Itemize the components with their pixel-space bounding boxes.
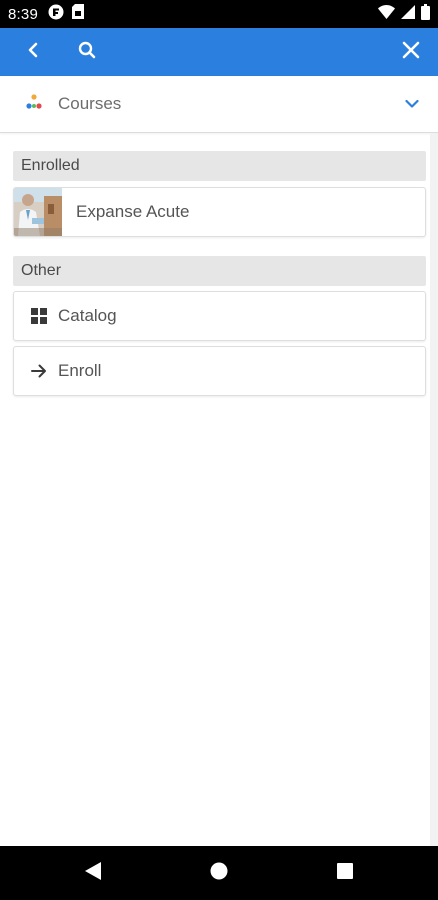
chevron-down-icon[interactable] — [400, 92, 424, 116]
nav-recents-button[interactable] — [315, 846, 375, 900]
app-bar — [0, 28, 438, 76]
section-header-other: Other — [13, 256, 426, 286]
back-icon — [26, 42, 40, 63]
signal-icon — [401, 4, 415, 24]
nav-recents-icon — [337, 862, 353, 884]
back-button[interactable] — [9, 28, 57, 76]
status-bar: 8:39 — [0, 0, 438, 28]
catalog-item[interactable]: Catalog — [13, 291, 426, 341]
status-right-icons — [378, 3, 430, 25]
courses-title: Courses — [58, 94, 122, 113]
courses-logo-icon — [24, 93, 44, 116]
grid-icon — [29, 306, 49, 326]
gmail-icon — [48, 4, 64, 25]
enroll-item-label: Enroll — [58, 361, 102, 380]
scroll-edge — [430, 133, 438, 846]
system-nav-bar — [0, 846, 438, 900]
drawer-content: Enrolled Expanse Acute Other Catalog Enr… — [0, 133, 430, 846]
nav-back-icon — [84, 861, 102, 886]
courses-header[interactable]: Courses — [0, 76, 438, 133]
battery-icon — [421, 3, 430, 25]
sim-card-icon — [72, 4, 84, 24]
course-item-label: Expanse Acute — [76, 202, 190, 221]
catalog-item-label: Catalog — [58, 306, 117, 325]
nav-back-button[interactable] — [63, 846, 123, 900]
status-time: 8:39 — [8, 5, 38, 23]
close-button[interactable] — [387, 28, 435, 76]
wifi-icon — [378, 4, 395, 24]
section-header-enrolled: Enrolled — [13, 151, 426, 181]
search-button[interactable] — [63, 28, 111, 76]
nav-home-button[interactable] — [189, 846, 249, 900]
nav-home-icon — [210, 862, 228, 885]
course-item-expanse-acute[interactable]: Expanse Acute — [13, 187, 426, 237]
course-thumbnail — [14, 188, 62, 236]
close-icon — [402, 41, 420, 64]
enroll-item[interactable]: Enroll — [13, 346, 426, 396]
search-icon — [78, 41, 96, 64]
arrow-right-icon — [29, 361, 49, 381]
status-left-icons — [48, 4, 84, 25]
